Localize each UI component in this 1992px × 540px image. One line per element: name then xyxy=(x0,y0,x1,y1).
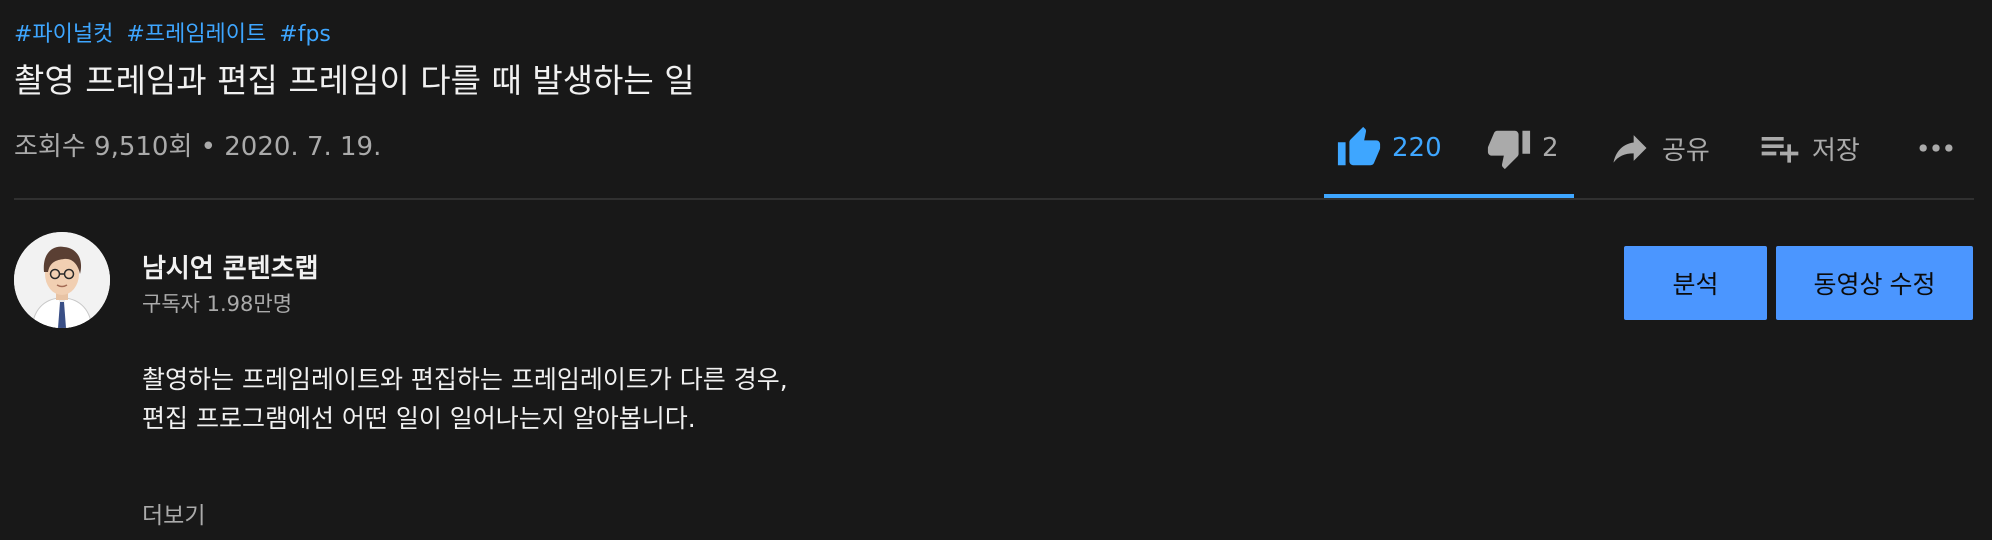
hashtag-link[interactable]: #파이널컷 xyxy=(14,22,113,47)
thumb-down-icon xyxy=(1486,125,1532,171)
channel-name[interactable]: 남시언 콘텐츠랩 xyxy=(142,248,319,285)
divider xyxy=(14,198,1974,200)
dislike-count: 2 xyxy=(1542,133,1559,163)
hashtag-link[interactable]: #프레임레이트 xyxy=(126,22,266,47)
thumb-up-icon xyxy=(1336,125,1382,171)
edit-video-button[interactable]: 동영상 수정 xyxy=(1776,246,1973,320)
playlist-add-icon xyxy=(1758,126,1802,170)
more-icon xyxy=(1914,126,1958,170)
dislike-button[interactable]: 2 xyxy=(1486,112,1559,184)
video-description: 촬영하는 프레임레이트와 편집하는 프레임레이트가 다른 경우, 편집 프로그램… xyxy=(142,360,788,438)
video-title: 촬영 프레임과 편집 프레임이 다를 때 발생하는 일 xyxy=(14,61,695,100)
like-count: 220 xyxy=(1392,133,1442,163)
hashtag-row: #파이널컷 #프레임레이트 #fps xyxy=(14,16,337,48)
hashtag-link[interactable]: #fps xyxy=(279,22,331,47)
save-button[interactable]: 저장 xyxy=(1758,112,1860,184)
view-count-and-date: 조회수 9,510회 • 2020. 7. 19. xyxy=(14,132,382,162)
more-actions-button[interactable] xyxy=(1914,112,1958,184)
description-line: 편집 프로그램에선 어떤 일이 일어나는지 알아봅니다. xyxy=(142,404,696,433)
save-label: 저장 xyxy=(1812,135,1860,166)
channel-avatar[interactable] xyxy=(14,232,110,328)
description-line: 촬영하는 프레임레이트와 편집하는 프레임레이트가 다른 경우, xyxy=(142,365,788,394)
share-button[interactable]: 공유 xyxy=(1608,112,1710,184)
share-label: 공유 xyxy=(1662,135,1710,166)
subscriber-count: 구독자 1.98만명 xyxy=(142,292,293,316)
video-info-panel: #파이널컷 #프레임레이트 #fps 촬영 프레임과 편집 프레임이 다를 때 … xyxy=(0,0,1992,540)
analytics-button[interactable]: 분석 xyxy=(1624,246,1767,320)
like-button[interactable]: 220 xyxy=(1336,112,1442,184)
share-icon xyxy=(1608,126,1652,170)
show-more-button[interactable]: 더보기 xyxy=(142,496,205,530)
action-bar: 220 2 공유 저장 xyxy=(1326,112,1966,184)
